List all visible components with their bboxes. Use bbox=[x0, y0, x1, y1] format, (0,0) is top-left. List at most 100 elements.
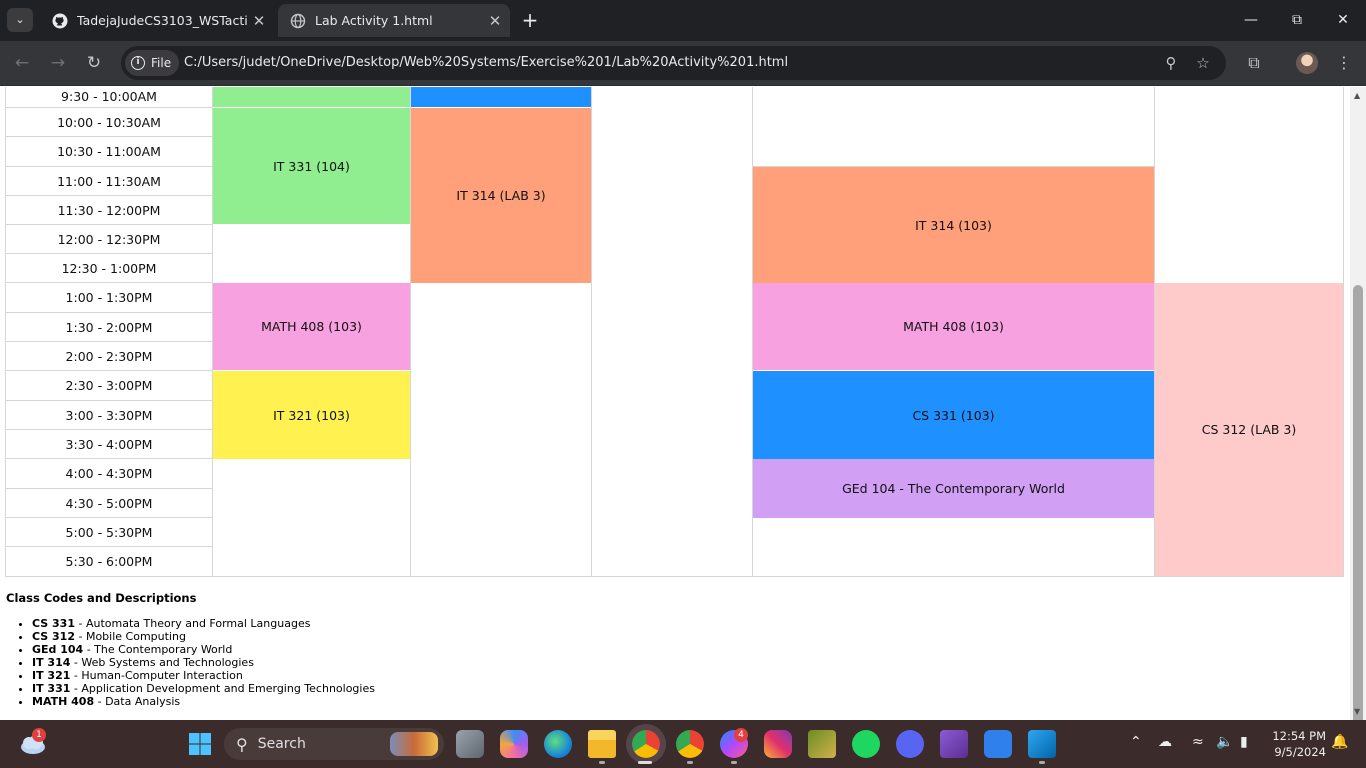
file-explorer-icon[interactable] bbox=[588, 730, 616, 758]
time-cell: 2:30 - 3:00PM bbox=[5, 371, 213, 401]
windows-taskbar: 1 ⚲ Search 4 ⌃ ☁ ≈ 🔈 ▮ 12:54 PM 9/5/2024… bbox=[0, 720, 1366, 768]
tab-search-chevron-icon[interactable]: ⌄ bbox=[7, 8, 33, 32]
page-scrollbar[interactable]: ▲ ▼ bbox=[1350, 87, 1366, 768]
zoom-icon[interactable]: ⚲ bbox=[1160, 52, 1182, 74]
running-indicator bbox=[731, 761, 737, 764]
profile-avatar[interactable] bbox=[1296, 52, 1318, 74]
wifi-icon[interactable]: ≈ bbox=[1192, 734, 1204, 750]
class-block-it331: IT 331 (104) bbox=[213, 108, 410, 224]
messenger-badge: 4 bbox=[734, 728, 748, 742]
class-block-ged104: GEd 104 - The Contemporary World bbox=[753, 459, 1154, 518]
edge-icon[interactable] bbox=[544, 730, 572, 758]
search-highlight-image bbox=[390, 732, 438, 756]
time-cell: 4:00 - 4:30PM bbox=[5, 459, 213, 489]
battery-icon[interactable]: ▮ bbox=[1240, 734, 1248, 750]
clock-date: 9/5/2024 bbox=[1274, 745, 1326, 759]
taskbar-search-box[interactable]: ⚲ Search bbox=[224, 728, 444, 760]
tab-title: Lab Activity 1.html bbox=[315, 13, 433, 28]
class-block-cs331-top bbox=[411, 87, 591, 107]
time-cell: 10:00 - 10:30AM bbox=[5, 108, 213, 137]
info-icon: i bbox=[131, 56, 145, 70]
vscode-icon[interactable] bbox=[1028, 730, 1056, 758]
search-icon: ⚲ bbox=[236, 734, 248, 754]
legend-item: IT 331 - Application Development and Eme… bbox=[32, 682, 375, 695]
scrollbar-thumb[interactable] bbox=[1353, 285, 1363, 768]
more-menu-icon[interactable]: ⋮ bbox=[1331, 50, 1357, 76]
time-cell: 4:30 - 5:00PM bbox=[5, 489, 213, 518]
time-cell: 12:00 - 12:30PM bbox=[5, 225, 213, 254]
time-cell: 11:30 - 12:00PM bbox=[5, 196, 213, 225]
schedule-table: 9:30 - 10:00AM 10:00 - 10:30AM 10:30 - 1… bbox=[5, 87, 1344, 577]
legend-item: CS 312 - Mobile Computing bbox=[32, 630, 375, 643]
legend-item: CS 331 - Automata Theory and Formal Lang… bbox=[32, 617, 375, 630]
url-text[interactable]: C:/Users/judet/OneDrive/Desktop/Web%20Sy… bbox=[184, 46, 788, 80]
class-block-it314-lab: IT 314 (LAB 3) bbox=[411, 108, 591, 283]
window-close-icon[interactable]: ✕ bbox=[1320, 6, 1366, 34]
class-block-cs312: CS 312 (LAB 3) bbox=[1155, 283, 1343, 576]
onedrive-cloud-icon[interactable]: ☁ bbox=[1158, 734, 1172, 750]
forward-arrow-icon[interactable]: → bbox=[44, 49, 72, 77]
taskbar-clock[interactable]: 12:54 PM 9/5/2024 bbox=[1270, 728, 1326, 760]
chrome-profile-icon[interactable] bbox=[676, 730, 704, 758]
time-cell: 9:30 - 10:00AM bbox=[5, 87, 213, 108]
class-block-math408: MATH 408 (103) bbox=[753, 283, 1154, 370]
time-cell: 3:00 - 3:30PM bbox=[5, 401, 213, 430]
address-bar[interactable]: i File C:/Users/judet/OneDrive/Desktop/W… bbox=[121, 46, 1226, 80]
time-cell: 1:00 - 1:30PM bbox=[5, 283, 213, 313]
app-icon[interactable] bbox=[808, 730, 836, 758]
discord-icon[interactable] bbox=[896, 730, 924, 758]
legend-item: GEd 104 - The Contemporary World bbox=[32, 643, 375, 656]
browser-toolbar: ← → ↻ i File C:/Users/judet/OneDrive/Des… bbox=[0, 41, 1366, 86]
scroll-up-arrow-icon[interactable]: ▲ bbox=[1354, 91, 1360, 100]
running-indicator bbox=[599, 761, 605, 764]
back-arrow-icon[interactable]: ← bbox=[8, 49, 36, 77]
windows-start-icon[interactable] bbox=[188, 732, 212, 756]
site-info-chip[interactable]: i File bbox=[125, 50, 179, 76]
class-block-math408: MATH 408 (103) bbox=[213, 283, 410, 370]
close-tab-icon[interactable]: ✕ bbox=[484, 12, 506, 30]
instagram-icon[interactable] bbox=[764, 730, 792, 758]
tab-github[interactable]: TadejaJudeCS3103_WSTactivities ✕ bbox=[40, 4, 274, 37]
grid-line bbox=[213, 576, 1344, 577]
bookmark-star-icon[interactable]: ☆ bbox=[1192, 52, 1214, 74]
site-info-label: File bbox=[151, 56, 172, 70]
active-indicator bbox=[638, 761, 652, 764]
page-viewport: 9:30 - 10:00AM 10:00 - 10:30AM 10:30 - 1… bbox=[0, 87, 1351, 720]
github-icon bbox=[52, 13, 68, 28]
extensions-puzzle-icon[interactable]: ⧉ bbox=[1241, 50, 1267, 76]
running-indicator bbox=[687, 761, 693, 764]
legend-item: MATH 408 - Data Analysis bbox=[32, 695, 375, 708]
close-tab-icon[interactable]: ✕ bbox=[248, 12, 270, 30]
volume-icon[interactable]: 🔈 bbox=[1216, 734, 1233, 750]
class-block-it331-top bbox=[213, 87, 410, 107]
time-cell: 2:00 - 2:30PM bbox=[5, 342, 213, 371]
clock-time: 12:54 PM bbox=[1272, 729, 1326, 743]
time-cell: 5:00 - 5:30PM bbox=[5, 518, 213, 547]
restore-icon[interactable]: ⧉ bbox=[1274, 6, 1320, 34]
globe-icon bbox=[290, 13, 306, 28]
grid-line bbox=[1343, 87, 1344, 577]
class-block-it314: IT 314 (103) bbox=[753, 167, 1154, 283]
search-label: Search bbox=[257, 736, 306, 752]
time-cell: 3:30 - 4:00PM bbox=[5, 430, 213, 459]
tray-chevron-up-icon[interactable]: ⌃ bbox=[1130, 734, 1142, 750]
time-cell: 5:30 - 6:00PM bbox=[5, 547, 213, 577]
tab-strip: ⌄ TadejaJudeCS3103_WSTactivities ✕ Lab A… bbox=[0, 0, 1366, 41]
reload-icon[interactable]: ↻ bbox=[80, 49, 108, 77]
visual-studio-icon[interactable] bbox=[940, 730, 968, 758]
minimize-icon[interactable]: — bbox=[1228, 6, 1274, 34]
todo-check-icon[interactable] bbox=[984, 730, 1012, 758]
chrome-icon[interactable] bbox=[632, 730, 660, 758]
scroll-down-arrow-icon[interactable]: ▼ bbox=[1354, 707, 1360, 716]
notification-bell-icon[interactable]: 🔔 bbox=[1331, 734, 1348, 750]
tab-lab-activity[interactable]: Lab Activity 1.html ✕ bbox=[278, 4, 510, 37]
class-legend: Class Codes and Descriptions CS 331 - Au… bbox=[6, 591, 375, 708]
copilot-icon[interactable] bbox=[500, 730, 528, 758]
weather-badge: 1 bbox=[32, 728, 46, 742]
spotify-icon[interactable] bbox=[852, 730, 880, 758]
new-tab-plus-icon[interactable]: + bbox=[519, 7, 541, 33]
legend-item: IT 314 - Web Systems and Technologies bbox=[32, 656, 375, 669]
task-view-icon[interactable] bbox=[456, 730, 484, 758]
time-cell: 1:30 - 2:00PM bbox=[5, 313, 213, 342]
class-block-cs331: CS 331 (103) bbox=[753, 371, 1154, 459]
